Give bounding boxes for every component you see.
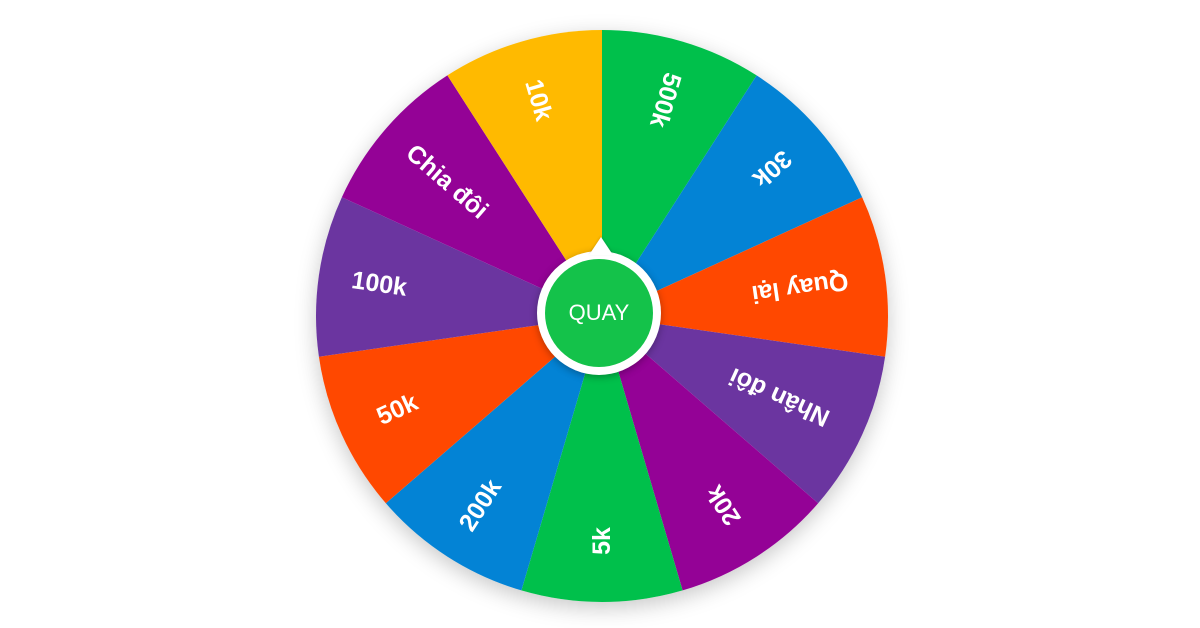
spin-button-face: QUAY [545, 259, 653, 367]
wheel-segment-label: 5k [588, 527, 616, 555]
spin-button-label: QUAY [568, 300, 630, 325]
spin-button-ring: QUAY [537, 251, 661, 375]
pointer-arrow-icon [589, 237, 613, 255]
spin-wheel-game: 500k 30k Quay lại Nhân đôi 20k 5k 200k 50k 100k C… [0, 0, 1200, 628]
spin-button[interactable]: QUAY [537, 237, 667, 375]
